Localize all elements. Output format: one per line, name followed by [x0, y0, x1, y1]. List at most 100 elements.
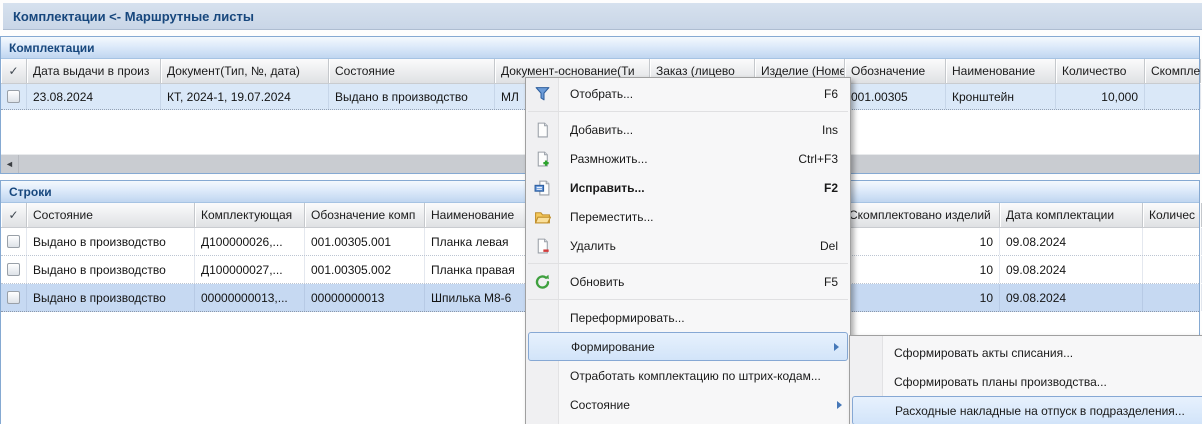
table-cell: Выдано в производство	[27, 256, 195, 283]
row-checkbox-cell	[1, 84, 27, 109]
menu-item-sostoyanie[interactable]: Состояние	[526, 390, 850, 419]
table-cell: 001.00305.002	[305, 256, 425, 283]
window-title-bar: Комплектации <- Маршрутные листы	[3, 3, 1202, 30]
menu-item-pereformirovat[interactable]: Переформировать...	[526, 303, 850, 332]
table-cell: 10	[843, 228, 1000, 255]
duplicate-page-icon	[534, 150, 551, 167]
table-cell	[1143, 256, 1202, 283]
column-header[interactable]: Скомпле	[1145, 59, 1201, 83]
column-header[interactable]: Количество	[1056, 59, 1145, 83]
edit-page-icon	[534, 179, 551, 196]
menu-item-shortcut: F2	[824, 181, 838, 195]
menu-item-label: Состояние	[570, 398, 838, 412]
row-checkbox-cell	[1, 256, 27, 283]
table-cell: КТ, 2024-1, 19.07.2024	[161, 84, 329, 109]
delete-page-icon	[534, 237, 551, 254]
column-header[interactable]: Дата выдачи в произ	[27, 59, 161, 83]
table-cell: Выдано в производство	[329, 84, 495, 109]
menu-separator	[526, 296, 850, 303]
table-cell: Выдано в производство	[27, 284, 195, 311]
table-cell: 10	[843, 256, 1000, 283]
menu-item-shortcut: F6	[824, 87, 838, 101]
row-checkbox[interactable]	[7, 291, 20, 304]
menu-item-label: Исправить...	[570, 181, 806, 195]
column-header[interactable]: Обозначение комп	[305, 203, 425, 227]
menu-item-otobrat[interactable]: Отобрать... F6	[526, 79, 850, 108]
table-cell: 10	[843, 284, 1000, 311]
row-checkbox[interactable]	[7, 90, 20, 103]
table-cell	[1143, 228, 1202, 255]
table-cell: 00000000013,...	[195, 284, 305, 311]
menu-item-label: Обновить	[570, 275, 806, 289]
table-cell: Д100000026,...	[195, 228, 305, 255]
menu-item-ispravit[interactable]: Исправить... F2	[526, 173, 850, 202]
column-header[interactable]: Обозначение	[845, 59, 946, 83]
menu-item-label: Сформировать планы производства...	[894, 375, 1202, 389]
refresh-icon	[534, 273, 551, 290]
submenu-arrow-icon	[837, 401, 842, 409]
submenu-item-rashodnye-nakladnye[interactable]: Расходные накладные на отпуск в подразде…	[852, 396, 1202, 424]
column-header[interactable]: Дата комплектации	[1000, 203, 1143, 227]
move-folder-icon	[534, 208, 551, 225]
filter-icon	[534, 85, 551, 102]
column-header-check[interactable]: ✓	[1, 59, 27, 83]
menu-item-label: Отработать комплектацию по штрих-кодам..…	[570, 369, 838, 383]
menu-item-razmnozhit[interactable]: Размножить... Ctrl+F3	[526, 144, 850, 173]
column-header[interactable]: Документ(Тип, №, дата)	[161, 59, 329, 83]
menu-separator	[526, 260, 850, 267]
row-checkbox-cell	[1, 284, 27, 311]
menu-item-label: Сформировать акты списания...	[894, 346, 1202, 360]
submenu-item-akty-spisaniya[interactable]: Сформировать акты списания...	[850, 338, 1202, 367]
column-header[interactable]: Состояние	[329, 59, 495, 83]
table-cell: 23.08.2024	[27, 84, 161, 109]
menu-item-formirovanie[interactable]: Формирование	[528, 332, 848, 361]
scroll-left-arrow-icon[interactable]: ◄	[1, 155, 18, 173]
menu-item-otrabotat-shtrih-kody[interactable]: Отработать комплектацию по штрих-кодам..…	[526, 361, 850, 390]
table-cell	[1143, 284, 1202, 311]
menu-item-shortcut: Ins	[822, 123, 838, 137]
menu-item-peremestit[interactable]: Переместить...	[526, 202, 850, 231]
menu-item-udalit[interactable]: Удалить Del	[526, 231, 850, 260]
menu-item-shortcut: Del	[820, 239, 838, 253]
table-cell: Д100000027,...	[195, 256, 305, 283]
submenu-arrow-icon	[834, 343, 839, 351]
panel-title: Комплектации	[9, 41, 94, 55]
menu-item-label: Отобрать...	[570, 87, 806, 101]
column-header-check[interactable]: ✓	[1, 203, 27, 227]
column-header[interactable]: Скомплектовано изделий	[843, 203, 1000, 227]
column-header[interactable]: Количес	[1143, 203, 1202, 227]
add-page-icon	[534, 121, 551, 138]
row-checkbox[interactable]	[7, 235, 20, 248]
menu-item-label: Размножить...	[570, 152, 780, 166]
menu-item-obnovit[interactable]: Обновить F5	[526, 267, 850, 296]
menu-item-label: Формирование	[571, 340, 837, 354]
table-cell: Кронштейн	[946, 84, 1056, 109]
table-cell	[1145, 84, 1201, 109]
panel-komplektacii-header: Комплектации	[1, 37, 1199, 59]
row-checkbox-cell	[1, 228, 27, 255]
column-header[interactable]: Комплектующая	[195, 203, 305, 227]
table-cell: 001.00305	[845, 84, 946, 109]
table-cell: 10,000	[1056, 84, 1145, 109]
row-checkbox[interactable]	[7, 263, 20, 276]
table-cell: 09.08.2024	[1000, 284, 1143, 311]
check-icon: ✓	[8, 208, 18, 222]
menu-item-label: Переформировать...	[570, 311, 838, 325]
context-menu: Отобрать... F6 Добавить... Ins Размножит…	[525, 77, 851, 424]
menu-item-label: Добавить...	[570, 123, 804, 137]
menu-item-label: Удалить	[570, 239, 802, 253]
column-header[interactable]: Состояние	[27, 203, 195, 227]
table-cell: 00000000013	[305, 284, 425, 311]
table-cell: 09.08.2024	[1000, 228, 1143, 255]
menu-separator	[526, 108, 850, 115]
column-header[interactable]: Наименование	[946, 59, 1056, 83]
menu-item-dobavit[interactable]: Добавить... Ins	[526, 115, 850, 144]
menu-item-label: Расходные накладные на отпуск в подразде…	[895, 404, 1202, 418]
table-cell: Выдано в производство	[27, 228, 195, 255]
menu-item-shortcut: Ctrl+F3	[798, 152, 838, 166]
window-title: Комплектации <- Маршрутные листы	[13, 9, 254, 24]
table-cell: 001.00305.001	[305, 228, 425, 255]
submenu-item-plany-proizvodstva[interactable]: Сформировать планы производства...	[850, 367, 1202, 396]
submenu-formirovanie: Сформировать акты списания... Сформирова…	[849, 335, 1202, 424]
check-icon: ✓	[8, 64, 18, 78]
